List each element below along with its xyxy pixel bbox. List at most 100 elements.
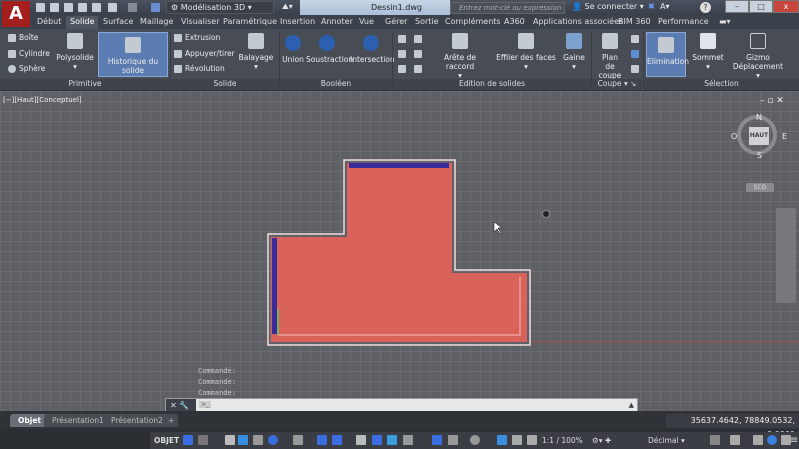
share-icon[interactable] [151, 3, 160, 12]
application-menu-button[interactable]: A [2, 1, 30, 27]
minimize-button[interactable]: – [725, 0, 749, 13]
snap-icon[interactable] [198, 435, 208, 445]
taper-faces-button[interactable]: Effiler des faces ▾ [496, 33, 556, 71]
dynamic-input-icon[interactable] [238, 435, 248, 445]
workspace-dropdown[interactable]: ⚙ Modélisation 3D ▾ [166, 1, 274, 14]
tab-debut[interactable]: Début [33, 16, 65, 29]
autoscale-icon[interactable] [512, 435, 522, 445]
subtract-button[interactable]: Soustraction [306, 35, 353, 64]
cylinder-button[interactable]: Cylindre [8, 49, 50, 58]
section-icon[interactable] [631, 65, 639, 73]
tab-solide[interactable]: Solide [66, 16, 99, 29]
lock-ui-icon[interactable] [730, 435, 740, 445]
3d-osnap-icon[interactable] [403, 435, 413, 445]
coordinates-readout[interactable]: 35637.4642, 78849.0532, 0.0000 [666, 414, 799, 439]
open-icon[interactable] [50, 3, 59, 12]
new-icon[interactable] [36, 3, 45, 12]
tab-annoter[interactable]: Annoter [317, 16, 357, 29]
help-icon[interactable]: ? [700, 2, 711, 13]
dynamic-ucs-icon[interactable] [432, 435, 442, 445]
tab-vue[interactable]: Vue [355, 16, 378, 29]
viewcube-top-face[interactable]: HAUT [749, 127, 769, 145]
tab-maillage[interactable]: Maillage [136, 16, 177, 29]
tab-parametrique[interactable]: Paramétrique [219, 16, 281, 29]
tab-sortie[interactable]: Sortie [411, 16, 443, 29]
quick-properties-icon[interactable] [710, 435, 720, 445]
presspull-button[interactable]: Appuyer/tirer [174, 49, 235, 58]
section-icon[interactable] [631, 50, 639, 58]
section-plane-button[interactable]: Plan de coupe [593, 33, 627, 80]
lineweight-icon[interactable] [356, 435, 366, 445]
add-layout-button[interactable]: + [164, 414, 179, 427]
compass-north[interactable]: N [756, 113, 762, 122]
solid-edit-icon[interactable] [414, 65, 422, 73]
compass-south[interactable]: S [757, 151, 762, 160]
exchange-icon[interactable]: ✖ [648, 2, 655, 11]
sphere-button[interactable]: Sphère [8, 64, 45, 73]
drawing-viewport[interactable]: – ▫ ✕ HAUT N S E O SCG [0, 91, 799, 411]
tab-a360[interactable]: A360 [500, 16, 529, 29]
selection-cycling-icon[interactable] [387, 435, 397, 445]
fillet-edge-button[interactable]: Arête de raccord ▾ [430, 33, 490, 80]
transparency-icon[interactable] [372, 435, 382, 445]
hardware-acceleration-icon[interactable] [767, 435, 777, 445]
move-gizmo-button[interactable]: Gizmo Déplacement ▾ [730, 33, 786, 80]
sweep-button[interactable]: Balayage ▾ [238, 33, 274, 71]
ucs-menu[interactable]: SCG [746, 183, 774, 192]
annotation-visibility-icon[interactable] [497, 435, 507, 445]
close-button[interactable]: x [773, 0, 799, 13]
solid-edit-icon[interactable] [414, 35, 422, 43]
selection-filter-icon[interactable] [448, 435, 458, 445]
gizmo-status-icon[interactable] [470, 435, 480, 445]
tools-dropdown-icon[interactable]: ⛰▾ [282, 2, 293, 12]
tab-complements[interactable]: Compléments [441, 16, 505, 29]
compass-west[interactable]: O [731, 132, 737, 141]
polar-icon[interactable] [268, 435, 278, 445]
object-snap-icon[interactable] [332, 435, 342, 445]
vertex-button[interactable]: Sommet ▾ [690, 33, 726, 71]
isodraft-icon[interactable] [293, 435, 303, 445]
command-prompt-icon[interactable]: >_ [199, 401, 212, 408]
union-button[interactable]: Union [281, 35, 305, 64]
box-button[interactable]: Boîte [8, 33, 38, 42]
panel-title-coupe[interactable]: Coupe ▾ ↘ [592, 79, 642, 90]
model-space-toggle[interactable]: OBJET [154, 435, 179, 446]
compass-east[interactable]: E [782, 132, 787, 141]
tab-visualiser[interactable]: Visualiser [177, 16, 223, 29]
tab-bim360[interactable]: BIM 360 [614, 16, 655, 29]
isolate-objects-icon[interactable] [753, 435, 763, 445]
extrusion-button[interactable]: Extrusion [174, 33, 220, 42]
solid-edit-icon[interactable] [414, 50, 422, 58]
polysolid-button[interactable]: Polysolide ▾ [56, 33, 94, 71]
redo-icon[interactable] [128, 3, 137, 12]
tab-performance[interactable]: Performance [654, 16, 713, 29]
object-snap-tracking-icon[interactable] [317, 435, 327, 445]
undo-icon[interactable] [108, 3, 117, 12]
infer-icon[interactable] [225, 435, 235, 445]
ribbon-options-icon[interactable]: ▬▾ [715, 16, 735, 29]
solid-edit-icon[interactable] [398, 35, 406, 43]
tab-gerer[interactable]: Gérer [381, 16, 411, 29]
units-dropdown[interactable]: Décimal ▾ [648, 435, 685, 446]
navigation-bar[interactable] [776, 208, 796, 303]
save-icon[interactable] [64, 3, 73, 12]
solid-history-button[interactable]: Historique du solide [98, 32, 168, 77]
tab-insertion[interactable]: Insertion [276, 16, 319, 29]
search-input[interactable]: Entrez mot-clé ou expression [450, 2, 565, 14]
viewport-label[interactable]: [−][Haut][Conceptuel] [3, 96, 82, 104]
intersect-button[interactable]: Intersection [350, 35, 395, 64]
save-as-icon[interactable] [78, 3, 87, 12]
workspace-gear-icon[interactable]: ⚙▾ ✚ [592, 435, 611, 446]
grid-icon[interactable] [183, 435, 193, 445]
print-icon[interactable] [92, 3, 101, 12]
solid-edit-icon[interactable] [398, 65, 406, 73]
tab-layout1[interactable]: Présentation1 [44, 414, 112, 427]
solid-l-shape[interactable] [271, 163, 527, 342]
customization-menu-icon[interactable]: ≡ [790, 435, 798, 446]
command-history-toggle[interactable]: ▲ [629, 401, 634, 409]
culling-button[interactable]: Elimination [646, 32, 689, 77]
ortho-icon[interactable] [253, 435, 263, 445]
viewport-controls[interactable]: – ▫ ✕ [760, 96, 784, 106]
autodesk-icon[interactable]: A▾ [660, 2, 670, 11]
tab-applications[interactable]: Applications associées [529, 16, 627, 29]
